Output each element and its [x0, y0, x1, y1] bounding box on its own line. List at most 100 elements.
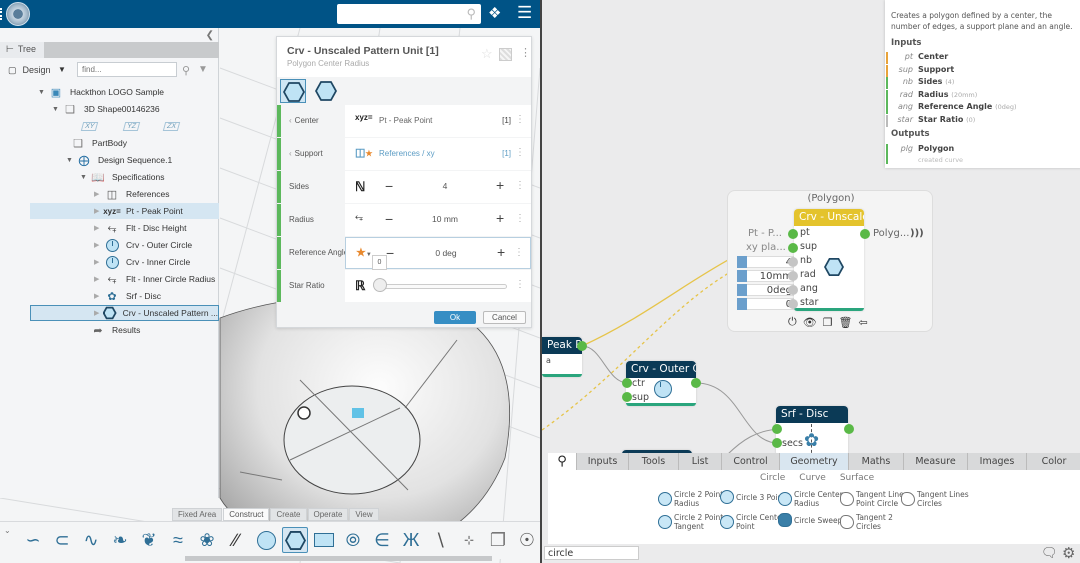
twist-icon[interactable]: ❀: [194, 527, 220, 553]
slider-thumb[interactable]: [373, 278, 387, 292]
find-input[interactable]: [77, 62, 177, 77]
decrement-button[interactable]: −: [385, 211, 393, 227]
tree-item[interactable]: ➦ Results: [90, 322, 140, 338]
tree-item[interactable]: ▶ ⥆ Flt - Inner Circle Radius: [94, 271, 215, 287]
port-secs[interactable]: [772, 438, 782, 448]
outer-circle-node[interactable]: Crv - Outer Circle ctr sup: [626, 361, 696, 406]
decrement-button[interactable]: −: [385, 178, 393, 194]
tree-item[interactable]: ▶ Crv - Inner Circle: [94, 254, 190, 270]
tree-item[interactable]: ▼ ⨁ Design Sequence.1: [66, 152, 172, 168]
lib-item-circle-center-radius[interactable]: Circle Center Radius: [778, 490, 843, 508]
disc-surface-node[interactable]: Srf - Disc secs ✿: [776, 406, 848, 458]
increment-button[interactable]: +: [497, 244, 505, 260]
port-output-surface[interactable]: [844, 424, 854, 434]
port-output-polygon[interactable]: [860, 229, 870, 239]
port-sup[interactable]: [788, 243, 798, 253]
action-bar-scrollbar[interactable]: [185, 556, 492, 561]
tab-images[interactable]: Images: [968, 453, 1027, 470]
global-search-input[interactable]: ⚲: [337, 4, 481, 24]
chevron-down-icon[interactable]: ▼: [58, 65, 66, 74]
expand-arrow-icon[interactable]: ▶: [94, 241, 104, 249]
decrement-button[interactable]: −: [386, 245, 394, 261]
node-title[interactable]: Crv - Unscaled Pattern Unit: [794, 209, 864, 226]
parallel-curves-icon[interactable]: ∕∕: [223, 527, 249, 553]
tree-item[interactable]: ▶ ✿ Srf - Disc: [94, 288, 161, 304]
cancel-button[interactable]: Cancel: [483, 311, 526, 324]
plane-zx[interactable]: ZX: [162, 118, 181, 134]
lib-item-circle-2-points-tangent[interactable]: Circle 2 Points Tangent: [658, 513, 727, 531]
search-icon[interactable]: ⚲: [548, 453, 577, 470]
eye-icon[interactable]: 👁: [803, 316, 817, 329]
more-options-icon[interactable]: ⋮: [515, 147, 525, 158]
publish-icon[interactable]: ⇦: [859, 316, 868, 329]
port-nb[interactable]: [788, 257, 798, 267]
port-output-circle[interactable]: [691, 378, 701, 388]
point-icon[interactable]: ⊹: [456, 527, 482, 553]
tree-item-current[interactable]: ▶ Crv - Unscaled Pattern ...: [30, 305, 219, 321]
sweep-icon[interactable]: ❧: [107, 527, 133, 553]
expand-arrow-icon[interactable]: ▶: [94, 292, 104, 300]
port-output-point[interactable]: [577, 341, 587, 351]
more-options-icon[interactable]: ⋮: [515, 180, 525, 191]
spline-icon[interactable]: ∽: [20, 527, 46, 553]
drag-handle[interactable]: [737, 284, 747, 296]
tree-item[interactable]: ▼ 📖 Specifications: [80, 169, 164, 185]
connect-curve-icon[interactable]: ⊂: [49, 527, 75, 553]
tab-geometry[interactable]: Geometry: [780, 453, 849, 470]
chevron-left-icon[interactable]: ‹: [289, 149, 292, 158]
tab-fixed-area[interactable]: Fixed Area: [172, 508, 223, 521]
expand-arrow-icon[interactable]: ▶: [94, 309, 103, 317]
angle-value[interactable]: 0 deg: [406, 248, 486, 258]
polygon-icon[interactable]: [282, 527, 308, 553]
subtab-curve[interactable]: Curve: [799, 473, 826, 483]
lib-item-tangent-2-circles[interactable]: Tangent 2 Circles: [840, 513, 893, 531]
increment-button[interactable]: +: [496, 177, 504, 193]
drag-handle[interactable]: [737, 270, 747, 282]
more-options-icon[interactable]: ⋮: [515, 279, 525, 290]
search-icon[interactable]: ⚲: [466, 6, 476, 22]
compass-logo[interactable]: [6, 2, 30, 26]
tree-item[interactable]: ▶ Crv - Outer Circle: [94, 237, 192, 253]
tab-maths[interactable]: Maths: [849, 453, 904, 470]
tab-tools[interactable]: Tools: [629, 453, 679, 470]
helix-icon[interactable]: ∈: [369, 527, 395, 553]
expand-arrow-icon[interactable]: ▶: [94, 224, 104, 232]
polygon-node[interactable]: Crv - Unscaled Pattern Unit pt sup nb ra…: [794, 209, 864, 311]
polygon-center-apothem-option[interactable]: [313, 79, 339, 103]
sides-value[interactable]: 4: [405, 181, 485, 191]
expand-arrow-icon[interactable]: ▼: [38, 89, 48, 96]
ellipse-icon[interactable]: ⦾: [340, 527, 366, 553]
port-ang[interactable]: [788, 285, 798, 295]
slider-track[interactable]: [379, 284, 507, 289]
tab-construct[interactable]: Construct: [223, 508, 270, 521]
star-formula-icon[interactable]: ★▼: [356, 246, 372, 259]
favorite-star-icon[interactable]: ☆: [481, 46, 493, 62]
circle-icon[interactable]: [253, 527, 279, 553]
peak-point-node[interactable]: Peak Point a: [542, 337, 582, 377]
increment-button[interactable]: +: [496, 210, 504, 226]
library-search-input[interactable]: [544, 546, 639, 560]
design-dropdown[interactable]: ▢ Design: [8, 65, 51, 76]
tree-item[interactable]: ❑ PartBody: [70, 135, 127, 151]
collapse-icon[interactable]: ⌄: [4, 526, 11, 535]
broadcast-icon[interactable]: ))): [910, 228, 924, 239]
tab-create[interactable]: Create: [270, 508, 307, 521]
tree-item[interactable]: ▼ ❑ 3D Shape00146236: [52, 101, 160, 117]
tree-item[interactable]: ▶ ◫ References: [94, 186, 169, 202]
tab-measure[interactable]: Measure: [904, 453, 968, 470]
power-icon[interactable]: ⏻: [788, 316, 797, 329]
trash-icon[interactable]: 🗑: [839, 316, 853, 329]
lib-item-tangent-lines-point-circle[interactable]: Tangent Lines Point Circle: [840, 490, 908, 508]
plane-yz[interactable]: YZ: [122, 118, 141, 134]
expand-arrow-icon[interactable]: ▶: [94, 275, 104, 283]
more-options-icon[interactable]: ⋮: [514, 247, 524, 258]
support-field[interactable]: ◫★ References / xy [1] ⋮: [345, 138, 531, 170]
expand-arrow-icon[interactable]: ▼: [80, 174, 90, 181]
more-options-icon[interactable]: ⋮: [520, 46, 531, 59]
subtab-surface[interactable]: Surface: [840, 473, 874, 483]
lib-item-circle-center-point[interactable]: Circle Center Point: [720, 513, 785, 531]
lib-item-circle-sweep[interactable]: Circle Sweep: [778, 513, 842, 527]
subtab-circle[interactable]: Circle: [760, 473, 785, 483]
lib-item-tangent-lines-circles[interactable]: Tangent Lines Circles: [901, 490, 969, 508]
pattern-icon[interactable]: [499, 48, 512, 61]
